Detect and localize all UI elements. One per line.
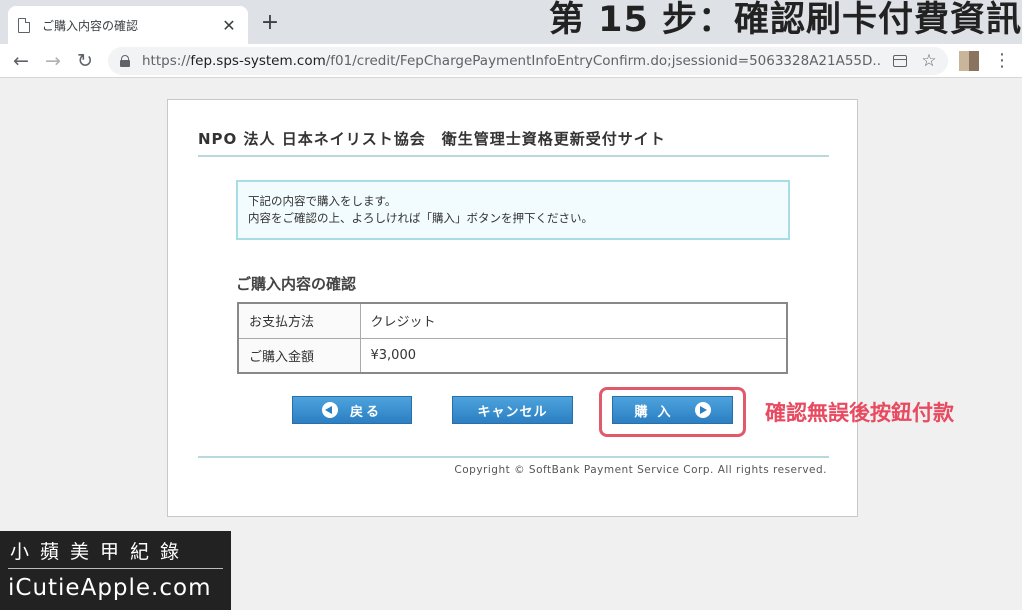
forward-arrow-icon[interactable]: →	[40, 48, 66, 74]
content-panel: NPO 法人 日本ネイリスト協会 衛生管理士資格更新受付サイト 下記の内容で購入…	[167, 99, 954, 517]
purchase-button-label: 購入	[634, 404, 681, 420]
footer-divider	[198, 456, 829, 458]
section-heading: ご購入内容の確認	[236, 275, 357, 293]
notice-line-1: 下記の内容で購入をします。	[248, 194, 397, 208]
copyright-text: Copyright © SoftBank Payment Service Cor…	[454, 464, 827, 476]
address-bar[interactable]: https://fep.sps-system.com/f01/credit/Fe…	[108, 47, 948, 75]
tab-strip: ご購入内容の確認 ✕ + 第 15 步：確認刷卡付費資訊	[0, 0, 1022, 44]
reader-mode-icon[interactable]	[891, 52, 909, 70]
url-text[interactable]: https://fep.sps-system.com/f01/credit/Fe…	[142, 53, 882, 69]
new-tab-button[interactable]: +	[258, 10, 282, 36]
cancel-button[interactable]: キャンセル	[452, 396, 573, 424]
table-row: お支払方法 クレジット	[237, 302, 788, 339]
watermark: 小蘋美甲紀錄 iCutieApple.com	[0, 531, 231, 610]
amount-value: ¥3,000	[359, 337, 788, 374]
arrow-right-icon	[694, 402, 711, 418]
close-tab-icon[interactable]: ✕	[220, 16, 238, 35]
amount-label: ご購入金額	[237, 337, 361, 374]
profile-avatar[interactable]	[959, 51, 979, 71]
site-title: NPO 法人 日本ネイリスト協会 衛生管理士資格更新受付サイト	[198, 130, 666, 148]
back-button-label: 戻る	[349, 404, 382, 420]
url-scheme: https://	[142, 53, 191, 69]
cancel-button-label: キャンセル	[477, 404, 548, 420]
notice-line-2: 内容をご確認の上、よろしければ「購入」ボタンを押下ください。	[248, 211, 593, 225]
header-divider	[198, 155, 829, 157]
step-overlay-title: 第 15 步：確認刷卡付費資訊	[548, 0, 1022, 40]
reload-icon[interactable]: ↻	[72, 48, 98, 74]
purchase-button[interactable]: 購入	[612, 396, 733, 424]
tab-title: ご購入内容の確認	[42, 18, 139, 33]
watermark-site: iCutieApple.com	[8, 575, 212, 601]
url-host: fep.sps-system.com	[190, 53, 326, 69]
notice-box: 下記の内容で購入をします。 内容をご確認の上、よろしければ「購入」ボタンを押下く…	[236, 180, 790, 240]
document-icon	[18, 17, 30, 33]
url-path: /f01/credit/FepChargePaymentInfoEntryCon…	[325, 53, 882, 69]
table-row: ご購入金額 ¥3,000	[237, 337, 788, 374]
back-button[interactable]: 戻る	[292, 396, 412, 424]
watermark-brand: 小蘋美甲紀錄	[10, 541, 191, 563]
browser-toolbar: ← → ↻ https://fep.sps-system.com/f01/cre…	[0, 44, 1022, 78]
annotation-text: 確認無誤後按鈕付款	[765, 401, 954, 425]
star-icon[interactable]: ☆	[920, 52, 938, 70]
payment-method-value: クレジット	[359, 302, 788, 339]
back-arrow-icon[interactable]: ←	[8, 48, 34, 74]
lock-icon[interactable]	[120, 55, 130, 67]
payment-method-label: お支払方法	[237, 302, 361, 339]
browser-tab[interactable]: ご購入内容の確認 ✕	[8, 6, 248, 44]
watermark-divider	[8, 568, 223, 569]
menu-dots-icon[interactable]: ⋮	[993, 48, 1011, 74]
arrow-left-icon	[321, 402, 338, 418]
purchase-info-table: お支払方法 クレジット ご購入金額 ¥3,000	[237, 302, 788, 374]
